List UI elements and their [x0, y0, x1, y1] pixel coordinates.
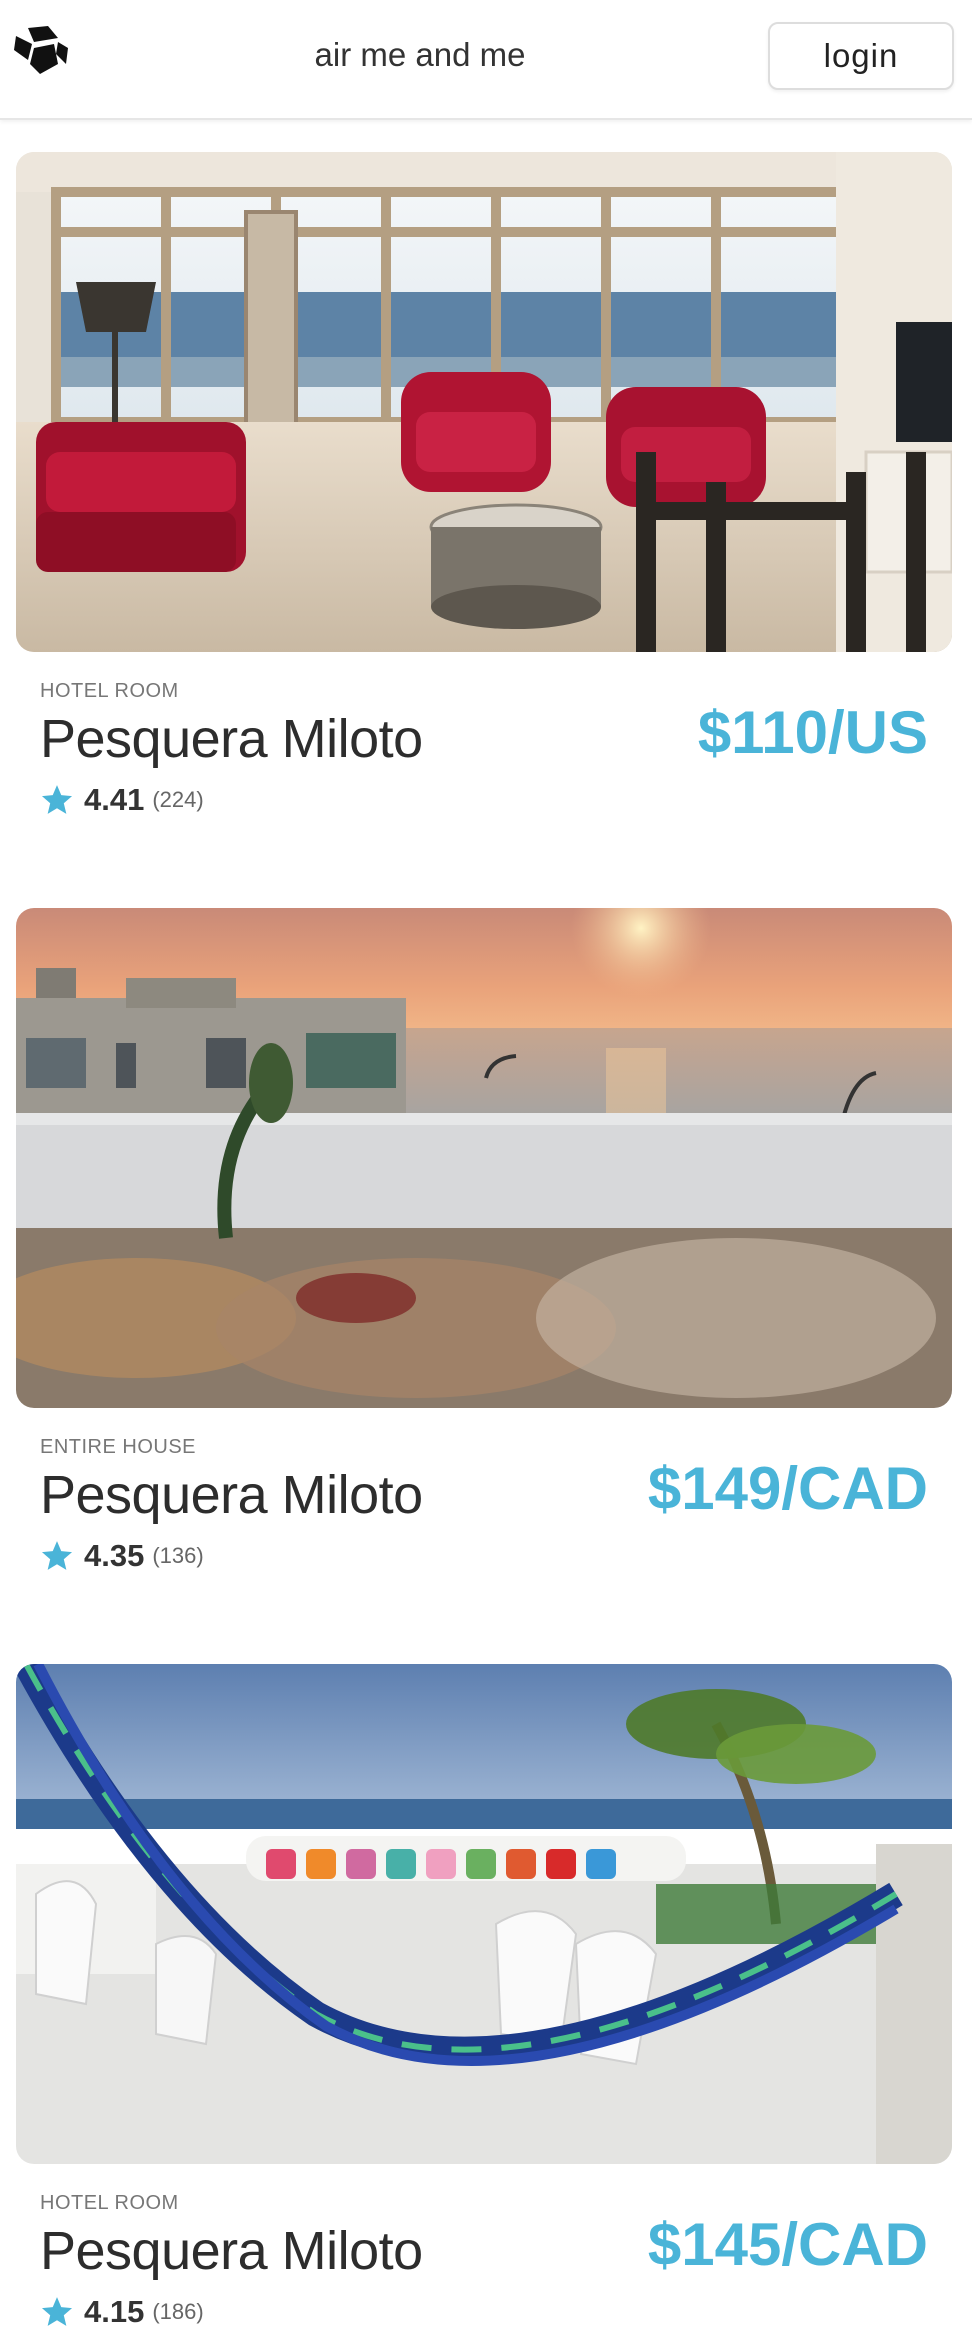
review-count: (186): [152, 2299, 204, 2324]
star-icon: [41, 1541, 73, 1570]
listing-rating: 4.15 (186): [40, 2292, 204, 2332]
listing-type: HOTEL ROOM: [40, 680, 179, 702]
rooftop-hammock-photo[interactable]: [16, 1664, 952, 2164]
star-icon: [41, 785, 73, 814]
listing-rating: 4.41 (224): [40, 780, 204, 820]
review-count: (136): [152, 1543, 204, 1568]
listing-price: $145/CAD: [647, 2211, 928, 2278]
rating-score: 4.35: [84, 1538, 145, 1573]
listing-rating: 4.35 (136): [40, 1536, 204, 1576]
listing-card[interactable]: HOTEL ROOM Pesquera Miloto 4.15 (186) $1…: [0, 1664, 972, 2336]
listing-title[interactable]: Pesquera Miloto: [40, 2220, 423, 2282]
top-nav-bar: air me and me login: [0, 0, 972, 120]
listing-card[interactable]: HOTEL ROOM Pesquera Miloto 4.41 (224) $1…: [0, 152, 972, 852]
star-icon: [41, 2297, 73, 2326]
listing-card[interactable]: ENTIRE HOUSE Pesquera Miloto 4.35 (136) …: [0, 908, 972, 1608]
listing-title[interactable]: Pesquera Miloto: [40, 708, 423, 770]
living-room-ocean-view-photo[interactable]: [16, 152, 952, 652]
listing-price: $149/CAD: [647, 1455, 928, 1522]
login-button[interactable]: login: [768, 22, 954, 90]
review-count: (224): [152, 787, 204, 812]
rating-score: 4.41: [84, 782, 145, 817]
listing-price: $110/US: [697, 699, 928, 766]
listing-type: ENTIRE HOUSE: [40, 1436, 197, 1458]
sunset-terrace-photo[interactable]: [16, 908, 952, 1408]
rating-score: 4.15: [84, 2294, 145, 2329]
listing-type: HOTEL ROOM: [40, 2192, 179, 2214]
listing-title[interactable]: Pesquera Miloto: [40, 1464, 423, 1526]
brand-name[interactable]: air me and me: [0, 36, 840, 74]
